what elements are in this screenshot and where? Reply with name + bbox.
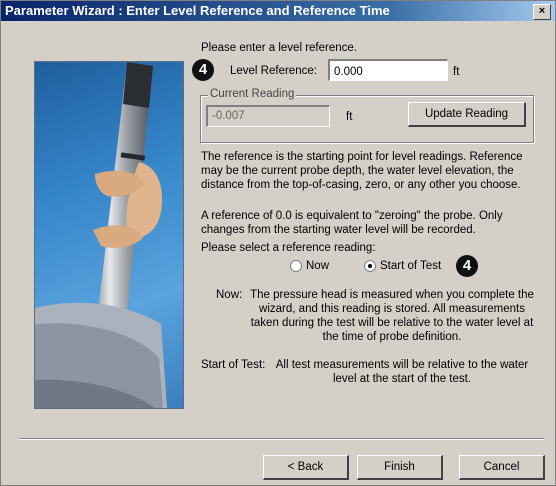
start-of-test-term: Start of Test: — [201, 359, 266, 371]
title-bar[interactable]: Parameter Wizard : Enter Level Reference… — [1, 1, 555, 21]
level-reference-unit: ft — [453, 66, 460, 78]
reference-explanation: The reference is the starting point for … — [201, 151, 523, 191]
footer-separator — [19, 438, 544, 440]
level-reference-label: Level Reference: — [230, 65, 317, 77]
radio-now-label[interactable]: Now — [306, 259, 329, 273]
cancel-button[interactable]: Cancel — [459, 455, 545, 480]
level-reference-input[interactable] — [328, 59, 448, 81]
zeroing-explanation: A reference of 0.0 is equivalent to "zer… — [201, 210, 503, 236]
finish-button[interactable]: Finish — [357, 455, 443, 480]
probe-illustration — [34, 61, 184, 409]
current-reading-group-title: Current Reading — [208, 88, 297, 100]
radio-selected-dot — [368, 264, 372, 268]
close-button[interactable]: × — [533, 4, 551, 20]
start-of-test-description: All test measurements will be relative t… — [275, 359, 529, 385]
current-reading-unit: ft — [346, 111, 353, 123]
step-badge-level-reference: 4 — [192, 59, 214, 81]
parameter-wizard-window: Parameter Wizard : Enter Level Reference… — [0, 0, 556, 486]
step-badge-reference-reading: 4 — [456, 255, 478, 277]
radio-now[interactable] — [290, 260, 302, 272]
back-button[interactable]: < Back — [263, 455, 349, 480]
reference-reading-prompt: Please select a reference reading: — [201, 242, 376, 254]
window-title: Parameter Wizard : Enter Level Reference… — [5, 3, 390, 18]
current-reading-value: -0.007 — [206, 105, 330, 127]
level-reference-prompt: Please enter a level reference. — [201, 42, 357, 54]
now-description: The pressure head is measured when you c… — [250, 289, 534, 343]
hand-holding-probe-icon — [35, 62, 167, 408]
now-term: Now: — [216, 289, 243, 301]
update-reading-button[interactable]: Update Reading — [408, 102, 526, 127]
radio-start-of-test-label[interactable]: Start of Test — [380, 259, 441, 273]
radio-start-of-test[interactable] — [364, 260, 376, 272]
